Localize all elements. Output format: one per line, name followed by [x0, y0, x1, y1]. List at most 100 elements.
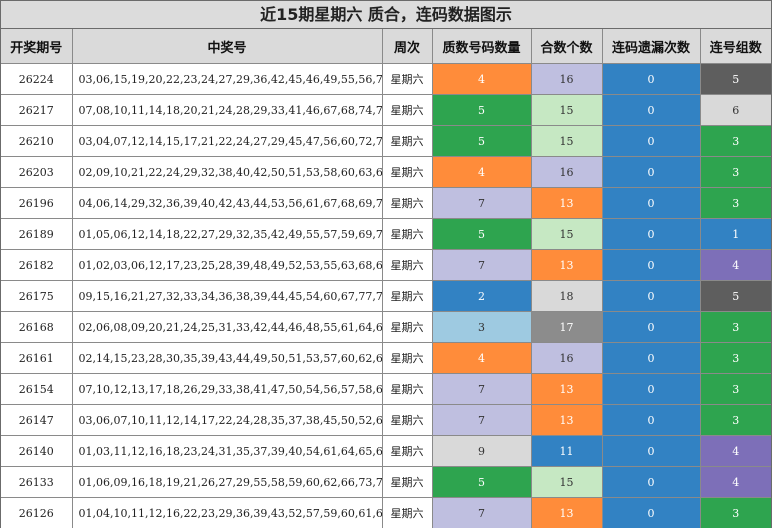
table-row: 26224 03,06,15,19,20,22,23,24,27,29,36,42… [1, 63, 771, 95]
weekday-cell: 星期六 [381, 497, 433, 528]
weekday-cell: 星期六 [381, 125, 433, 157]
weekday-cell: 星期六 [381, 156, 433, 188]
consecutive-groups-cell: 3 [699, 125, 771, 157]
consecutive-miss-cell: 0 [601, 404, 701, 436]
issue-cell: 26161 [1, 342, 73, 374]
header-consecutive-groups: 连号组数 [699, 29, 771, 64]
page-title: 近15期星期六 质合，连码数据图示 [1, 1, 771, 29]
weekday-cell: 星期六 [381, 218, 433, 250]
issue-cell: 26189 [1, 218, 73, 250]
chart-container: 近15期星期六 质合，连码数据图示 开奖期号 中奖号 周次 质数号码数量 合数个… [0, 0, 772, 528]
prime-count-cell: 7 [431, 373, 532, 405]
issue-cell: 26133 [1, 466, 73, 498]
composite-count-cell: 15 [530, 125, 603, 157]
consecutive-miss-cell: 0 [601, 187, 701, 219]
issue-cell: 26196 [1, 187, 73, 219]
header-weekday: 周次 [381, 29, 433, 64]
table-row: 26182 01,02,03,06,12,17,23,25,28,39,48,49… [1, 249, 771, 281]
prime-count-cell: 7 [431, 404, 532, 436]
issue-cell: 26182 [1, 249, 73, 281]
numbers-cell: 02,06,08,09,20,21,24,25,31,33,42,44,46,4… [71, 311, 383, 343]
weekday-cell: 星期六 [381, 280, 433, 312]
numbers-cell: 01,02,03,06,12,17,23,25,28,39,48,49,52,5… [71, 249, 383, 281]
table-row: 26210 03,04,07,12,14,15,17,21,22,24,27,29… [1, 125, 771, 157]
consecutive-groups-cell: 4 [699, 466, 771, 498]
numbers-cell: 02,09,10,21,22,24,29,32,38,40,42,50,51,5… [71, 156, 383, 188]
prime-count-cell: 7 [431, 187, 532, 219]
numbers-cell: 01,04,10,11,12,16,22,23,29,36,39,43,52,5… [71, 497, 383, 528]
prime-count-cell: 5 [431, 125, 532, 157]
weekday-cell: 星期六 [381, 435, 433, 467]
prime-count-cell: 7 [431, 249, 532, 281]
issue-cell: 26154 [1, 373, 73, 405]
numbers-cell: 02,14,15,23,28,30,35,39,43,44,49,50,51,5… [71, 342, 383, 374]
prime-count-cell: 4 [431, 156, 532, 188]
composite-count-cell: 16 [530, 156, 603, 188]
numbers-cell: 04,06,14,29,32,36,39,40,42,43,44,53,56,6… [71, 187, 383, 219]
composite-count-cell: 13 [530, 187, 603, 219]
consecutive-groups-cell: 3 [699, 187, 771, 219]
table-row: 26147 03,06,07,10,11,12,14,17,22,24,28,35… [1, 404, 771, 436]
prime-count-cell: 5 [431, 466, 532, 498]
table-row: 26126 01,04,10,11,12,16,22,23,29,36,39,43… [1, 497, 771, 528]
table-row: 26161 02,14,15,23,28,30,35,39,43,44,49,50… [1, 342, 771, 374]
composite-count-cell: 16 [530, 63, 603, 95]
weekday-cell: 星期六 [381, 466, 433, 498]
header-row: 开奖期号 中奖号 周次 质数号码数量 合数个数 连码遗漏次数 连号组数 [1, 29, 771, 64]
consecutive-groups-cell: 4 [699, 435, 771, 467]
table-row: 26140 01,03,11,12,16,18,23,24,31,35,37,39… [1, 435, 771, 467]
composite-count-cell: 13 [530, 249, 603, 281]
consecutive-miss-cell: 0 [601, 249, 701, 281]
numbers-cell: 03,06,15,19,20,22,23,24,27,29,36,42,45,4… [71, 63, 383, 95]
prime-count-cell: 5 [431, 218, 532, 250]
consecutive-groups-cell: 4 [699, 249, 771, 281]
consecutive-groups-cell: 5 [699, 280, 771, 312]
composite-count-cell: 11 [530, 435, 603, 467]
consecutive-groups-cell: 1 [699, 218, 771, 250]
consecutive-groups-cell: 3 [699, 342, 771, 374]
issue-cell: 26126 [1, 497, 73, 528]
weekday-cell: 星期六 [381, 187, 433, 219]
consecutive-miss-cell: 0 [601, 63, 701, 95]
numbers-cell: 01,05,06,12,14,18,22,27,29,32,35,42,49,5… [71, 218, 383, 250]
header-prime-count: 质数号码数量 [431, 29, 532, 64]
prime-count-cell: 4 [431, 342, 532, 374]
issue-cell: 26140 [1, 435, 73, 467]
issue-cell: 26224 [1, 63, 73, 95]
numbers-cell: 01,03,11,12,16,18,23,24,31,35,37,39,40,5… [71, 435, 383, 467]
numbers-cell: 07,10,12,13,17,18,26,29,33,38,41,47,50,5… [71, 373, 383, 405]
consecutive-groups-cell: 3 [699, 311, 771, 343]
header-numbers: 中奖号 [71, 29, 383, 64]
prime-count-cell: 3 [431, 311, 532, 343]
prime-count-cell: 2 [431, 280, 532, 312]
composite-count-cell: 18 [530, 280, 603, 312]
numbers-cell: 09,15,16,21,27,32,33,34,36,38,39,44,45,5… [71, 280, 383, 312]
consecutive-miss-cell: 0 [601, 94, 701, 126]
table-row: 26203 02,09,10,21,22,24,29,32,38,40,42,50… [1, 156, 771, 188]
issue-cell: 26175 [1, 280, 73, 312]
composite-count-cell: 13 [530, 497, 603, 528]
table-row: 26133 01,06,09,16,18,19,21,26,27,29,55,58… [1, 466, 771, 498]
consecutive-groups-cell: 3 [699, 373, 771, 405]
consecutive-miss-cell: 0 [601, 280, 701, 312]
header-consecutive-miss: 连码遗漏次数 [601, 29, 701, 64]
table-row: 26217 07,08,10,11,14,18,20,21,24,28,29,33… [1, 94, 771, 126]
composite-count-cell: 15 [530, 218, 603, 250]
consecutive-miss-cell: 0 [601, 311, 701, 343]
composite-count-cell: 13 [530, 373, 603, 405]
prime-count-cell: 7 [431, 497, 532, 528]
weekday-cell: 星期六 [381, 63, 433, 95]
table-row: 26175 09,15,16,21,27,32,33,34,36,38,39,44… [1, 280, 771, 312]
weekday-cell: 星期六 [381, 311, 433, 343]
consecutive-miss-cell: 0 [601, 342, 701, 374]
issue-cell: 26168 [1, 311, 73, 343]
consecutive-miss-cell: 0 [601, 125, 701, 157]
consecutive-groups-cell: 3 [699, 497, 771, 528]
numbers-cell: 03,06,07,10,11,12,14,17,22,24,28,35,37,3… [71, 404, 383, 436]
weekday-cell: 星期六 [381, 249, 433, 281]
issue-cell: 26217 [1, 94, 73, 126]
numbers-cell: 07,08,10,11,14,18,20,21,24,28,29,33,41,4… [71, 94, 383, 126]
numbers-cell: 03,04,07,12,14,15,17,21,22,24,27,29,45,4… [71, 125, 383, 157]
consecutive-miss-cell: 0 [601, 218, 701, 250]
table-row: 26154 07,10,12,13,17,18,26,29,33,38,41,47… [1, 373, 771, 405]
